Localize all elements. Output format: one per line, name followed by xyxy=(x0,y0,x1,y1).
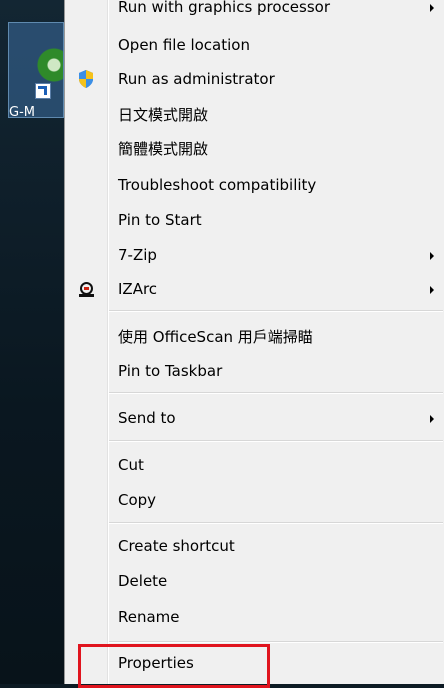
menu-separator xyxy=(109,310,443,312)
menu-item-label: Copy xyxy=(118,491,157,509)
menu-separator xyxy=(109,392,443,394)
menu-item-label: Troubleshoot compatibility xyxy=(118,176,317,194)
menu-item-label: 使用 OfficeScan 用戶端掃瞄 xyxy=(118,328,313,346)
menu-item-officescan-scan[interactable]: 使用 OfficeScan 用戶端掃瞄 xyxy=(65,320,444,353)
submenu-arrow-icon xyxy=(430,4,434,12)
menu-item-open-file-location[interactable]: Open file location xyxy=(65,30,444,63)
app-icon xyxy=(33,43,63,87)
menu-item-run-as-administrator[interactable]: Run as administrator xyxy=(65,64,444,97)
menu-item-run-with-graphics-processor[interactable]: Run with graphics processor xyxy=(65,0,444,25)
desktop-shortcut[interactable]: G-M xyxy=(8,22,64,120)
menu-item-rename[interactable]: Rename xyxy=(65,602,444,635)
shortcut-arrow-icon xyxy=(35,83,51,99)
menu-item-properties[interactable]: Properties xyxy=(65,648,444,681)
menu-item-label: 簡體模式開啟 xyxy=(118,140,209,158)
menu-item-simplified-mode[interactable]: 簡體模式開啟 xyxy=(65,132,444,165)
menu-item-label: Run as administrator xyxy=(118,70,275,88)
menu-item-cut[interactable]: Cut xyxy=(65,450,444,483)
menu-separator xyxy=(109,641,443,643)
menu-item-label: Pin to Taskbar xyxy=(118,362,223,380)
menu-item-label: Properties xyxy=(118,654,194,672)
desktop-shortcut-label: G-M xyxy=(9,105,35,120)
menu-item-label: Run with graphics processor xyxy=(118,0,331,16)
menu-item-label: Rename xyxy=(118,608,180,626)
menu-item-label: Cut xyxy=(118,456,144,474)
submenu-arrow-icon xyxy=(430,415,434,423)
menu-item-label: Pin to Start xyxy=(118,211,202,229)
menu-item-japanese-mode[interactable]: 日文模式開啟 xyxy=(65,98,444,131)
menu-item-copy[interactable]: Copy xyxy=(65,485,444,518)
menu-item-troubleshoot-compatibility[interactable]: Troubleshoot compatibility xyxy=(65,170,444,203)
uac-shield-icon xyxy=(77,70,95,88)
menu-item-label: 日文模式開啟 xyxy=(118,106,209,124)
menu-item-pin-to-taskbar[interactable]: Pin to Taskbar xyxy=(65,356,444,389)
menu-item-izarc[interactable]: IZArc xyxy=(65,274,444,307)
izarc-icon xyxy=(77,280,95,298)
context-menu: Run with graphics processor Open file lo… xyxy=(64,0,444,684)
menu-item-label: Send to xyxy=(118,409,176,427)
menu-item-label: IZArc xyxy=(118,280,158,298)
desktop-background: G-M xyxy=(0,0,64,684)
menu-item-label: Create shortcut xyxy=(118,537,235,555)
menu-item-send-to[interactable]: Send to xyxy=(65,403,444,436)
submenu-arrow-icon xyxy=(430,252,434,260)
submenu-arrow-icon xyxy=(430,286,434,294)
menu-item-label: 7-Zip xyxy=(118,246,157,264)
menu-item-label: Delete xyxy=(118,572,168,590)
menu-item-delete[interactable]: Delete xyxy=(65,566,444,599)
menu-separator xyxy=(109,440,443,442)
menu-item-label: Open file location xyxy=(118,36,250,54)
menu-item-create-shortcut[interactable]: Create shortcut xyxy=(65,531,444,564)
menu-separator xyxy=(109,522,443,524)
menu-item-7-zip[interactable]: 7-Zip xyxy=(65,240,444,273)
menu-item-pin-to-start[interactable]: Pin to Start xyxy=(65,205,444,238)
